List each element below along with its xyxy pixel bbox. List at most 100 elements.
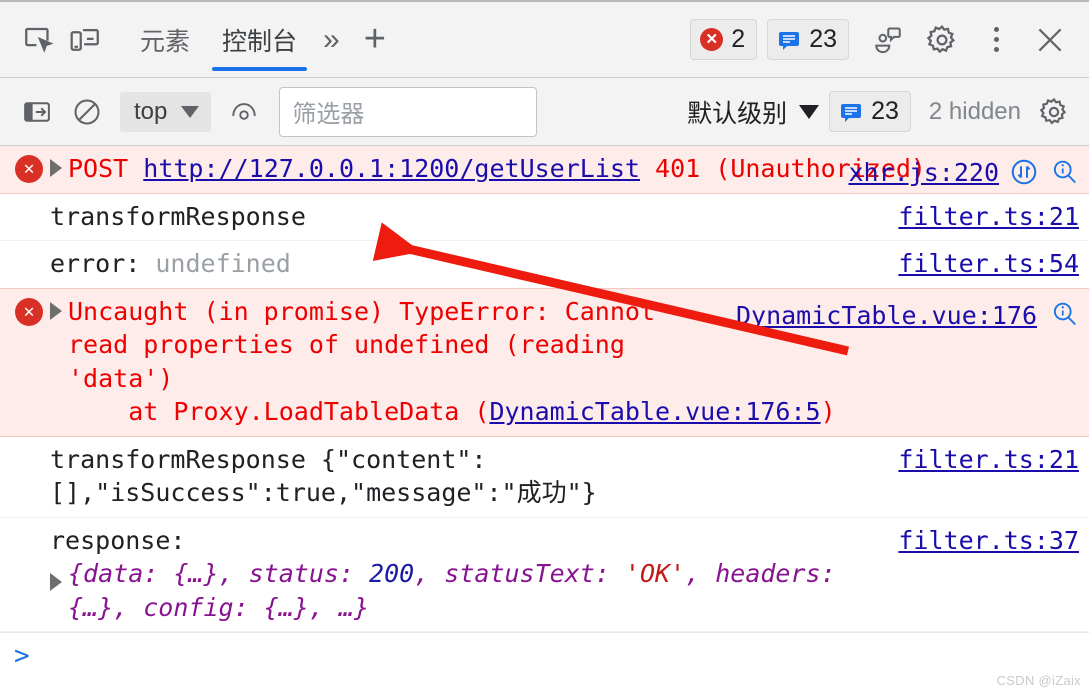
expand-triangle-icon[interactable] xyxy=(50,159,62,177)
panel-tabs: 元素 控制台 » + xyxy=(124,2,400,77)
add-panel-label: + xyxy=(363,18,386,61)
log-level-selector[interactable]: 默认级别 xyxy=(681,94,825,130)
message-icon xyxy=(839,100,863,124)
row-gutter: ✕ xyxy=(8,152,50,183)
tab-console[interactable]: 控制台 xyxy=(206,2,313,77)
network-request-icon[interactable] xyxy=(1009,157,1039,187)
console-prompt[interactable]: > xyxy=(0,632,1089,679)
object-preview[interactable]: {data: {…}, status: 200, statusText: 'OK… xyxy=(68,557,886,624)
console-row-log[interactable]: error: undefined filter.ts:54 xyxy=(0,241,1089,289)
source-link[interactable]: xhr.js:220 xyxy=(848,156,999,187)
log-label: error: xyxy=(50,249,141,278)
tabbar-actions xyxy=(863,15,1075,65)
message-count-badge[interactable]: 23 xyxy=(767,19,849,60)
object-part-1: 200 xyxy=(369,559,415,588)
console-row-log[interactable]: transformResponse {"content":[],"isSucce… xyxy=(0,437,1089,518)
row-gutter xyxy=(8,524,50,527)
message-count-label: 23 xyxy=(809,25,837,53)
message-content: transformResponse {"content":[],"isSucce… xyxy=(50,443,886,510)
device-toolbar-icon[interactable] xyxy=(62,17,108,63)
show-console-sidebar-icon[interactable] xyxy=(14,89,60,135)
message-icon xyxy=(777,28,801,52)
add-panel-button[interactable]: + xyxy=(350,20,400,58)
more-tabs-icon[interactable]: » xyxy=(313,22,350,56)
error-line-1-text: Uncaught (in promise) TypeError: Cannot xyxy=(68,296,655,326)
error-count-label: 2 xyxy=(731,25,746,53)
request-status: 401 xyxy=(655,154,701,183)
console-row-log[interactable]: transformResponse filter.ts:21 xyxy=(0,194,1089,241)
context-label: top xyxy=(134,97,168,125)
console-toolbar: top 筛选器 默认级别 23 2 hidden xyxy=(0,78,1089,146)
log-value: undefined xyxy=(155,249,291,278)
console-row-uncaught-error[interactable]: ✕ Uncaught (in promise) TypeError: Canno… xyxy=(0,287,1089,437)
error-line-2: read properties of undefined (reading xyxy=(68,330,625,359)
prompt-caret-icon: > xyxy=(14,641,30,671)
tab-elements[interactable]: 元素 xyxy=(124,2,206,77)
error-circle-icon: ✕ xyxy=(700,28,724,51)
feedback-icon[interactable] xyxy=(863,15,913,65)
object-part-2: , statusText: xyxy=(414,559,625,588)
object-part-0: {data: {…}, status: xyxy=(68,559,370,588)
watermark: CSDN @iZaix xyxy=(996,673,1081,688)
source-link[interactable]: filter.ts:21 xyxy=(898,200,1079,231)
chevron-down-icon xyxy=(799,104,820,119)
inspect-element-icon[interactable] xyxy=(16,17,62,63)
devtools-tabbar: 元素 控制台 » + ✕ 2 23 xyxy=(0,2,1089,78)
error-count-badge[interactable]: ✕ 2 xyxy=(690,19,758,60)
row-right-cluster: xhr.js:220 xyxy=(836,156,1079,187)
stack-source-link[interactable]: DynamicTable.vue:176:5 xyxy=(489,397,820,426)
kebab-dots xyxy=(993,27,999,52)
console-filter-input[interactable]: 筛选器 xyxy=(279,86,538,137)
more-tabs-label: » xyxy=(323,22,340,56)
stack-suffix: ) xyxy=(820,397,836,426)
source-link[interactable]: filter.ts:37 xyxy=(898,524,1079,555)
console-settings-icon[interactable] xyxy=(1031,89,1077,135)
inspect-info-icon[interactable] xyxy=(1049,157,1079,187)
expand-triangle-icon[interactable] xyxy=(50,301,62,320)
message-content: transformResponse xyxy=(50,200,886,234)
log-label: response: xyxy=(50,525,186,555)
issue-badges: ✕ 2 23 xyxy=(690,19,849,60)
row-gutter xyxy=(8,200,50,203)
source-link[interactable]: filter.ts:21 xyxy=(898,443,1079,474)
message-content: error: undefined xyxy=(50,247,886,281)
create-live-expression-icon[interactable] xyxy=(221,89,267,135)
source-link[interactable]: filter.ts:54 xyxy=(898,247,1079,278)
devtools-window: 元素 控制台 » + ✕ 2 23 top 筛选器 默认级别 23 2 hidd… xyxy=(0,0,1089,692)
log-text: transformResponse xyxy=(50,201,306,231)
tab-elements-label: 元素 xyxy=(140,27,191,56)
filter-placeholder: 筛选器 xyxy=(292,101,365,128)
log-level-label: 默认级别 xyxy=(687,99,788,128)
toolbar-message-count: 23 xyxy=(871,97,899,125)
hidden-messages-label[interactable]: 2 hidden xyxy=(923,98,1027,126)
chevron-down-icon xyxy=(181,105,200,118)
error-circle-icon: ✕ xyxy=(15,155,43,183)
error-line-3: 'data') xyxy=(68,363,174,393)
expand-triangle-icon[interactable] xyxy=(50,573,62,591)
message-content: response: {data: {…}, status: 200, statu… xyxy=(50,524,886,625)
toolbar-message-badge[interactable]: 23 xyxy=(829,91,911,132)
settings-gear-icon[interactable] xyxy=(917,15,967,65)
row-gutter xyxy=(8,247,50,250)
row-gutter: ✕ xyxy=(8,295,50,326)
more-options-icon[interactable] xyxy=(971,15,1021,65)
console-row-network-error[interactable]: ✕ POST http://127.0.0.1:1200/getUserList… xyxy=(0,146,1089,194)
source-link[interactable]: DynamicTable.vue:176 xyxy=(736,299,1037,330)
error-stack-line: at Proxy.LoadTableData (DynamicTable.vue… xyxy=(68,395,1079,429)
object-preview-wrap: {data: {…}, status: 200, statusText: 'OK… xyxy=(50,557,886,624)
console-message-list[interactable]: ✕ POST http://127.0.0.1:1200/getUserList… xyxy=(0,146,1089,692)
log-text: transformResponse {"content":[],"isSucce… xyxy=(50,444,597,508)
object-part-3: 'OK' xyxy=(624,559,686,588)
clear-console-icon[interactable] xyxy=(64,89,110,135)
javascript-context-selector[interactable]: top xyxy=(120,91,212,132)
request-url-link[interactable]: http://127.0.0.1:1200/getUserList xyxy=(143,154,640,183)
request-method: POST xyxy=(68,154,129,183)
stack-prefix: at Proxy.LoadTableData ( xyxy=(68,397,490,426)
inspect-info-icon[interactable] xyxy=(1049,299,1079,329)
console-row-object[interactable]: response: {data: {…}, status: 200, statu… xyxy=(0,518,1089,632)
error-circle-icon: ✕ xyxy=(15,297,43,326)
row-gutter xyxy=(8,443,50,446)
log-text: error: undefined xyxy=(50,247,886,281)
close-icon[interactable] xyxy=(1025,15,1075,65)
tab-console-label: 控制台 xyxy=(222,27,298,56)
